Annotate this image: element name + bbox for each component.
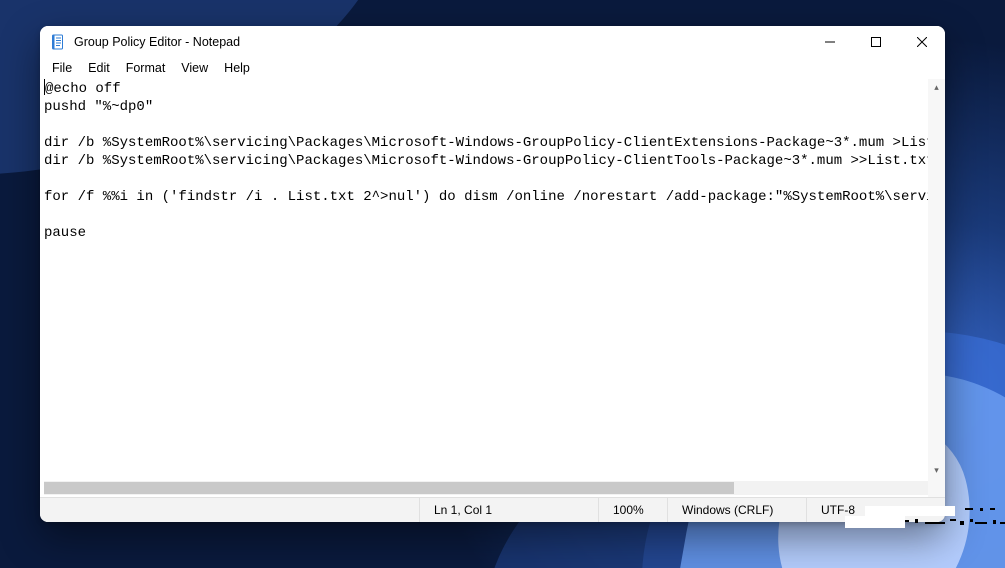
maximize-button[interactable]: [853, 26, 899, 57]
notepad-window: Group Policy Editor - Notepad File Edit …: [40, 26, 945, 522]
status-line-ending: Windows (CRLF): [667, 498, 806, 522]
horizontal-scrollbar[interactable]: [44, 481, 928, 495]
menu-help[interactable]: Help: [216, 59, 258, 77]
menu-file[interactable]: File: [44, 59, 80, 77]
close-button[interactable]: [899, 26, 945, 57]
titlebar[interactable]: Group Policy Editor - Notepad: [40, 26, 945, 57]
scrollbar-corner: [928, 479, 945, 497]
menu-edit[interactable]: Edit: [80, 59, 118, 77]
notepad-icon: [50, 34, 66, 50]
status-position: Ln 1, Col 1: [419, 498, 598, 522]
text-caret: [44, 79, 45, 95]
text-editor[interactable]: @echo off pushd "%~dp0" dir /b %SystemRo…: [40, 79, 945, 479]
editor-content: @echo off pushd "%~dp0" dir /b %SystemRo…: [44, 81, 945, 241]
desktop: Group Policy Editor - Notepad File Edit …: [0, 0, 1005, 568]
vertical-scrollbar[interactable]: ▴ ▾: [928, 79, 945, 479]
window-title: Group Policy Editor - Notepad: [74, 35, 240, 49]
status-encoding: UTF-8: [806, 498, 945, 522]
menu-format[interactable]: Format: [118, 59, 174, 77]
scroll-down-icon[interactable]: ▾: [928, 462, 945, 479]
editor-area: @echo off pushd "%~dp0" dir /b %SystemRo…: [40, 79, 945, 497]
window-controls: [807, 26, 945, 57]
menu-view[interactable]: View: [173, 59, 216, 77]
scroll-up-icon[interactable]: ▴: [928, 79, 945, 96]
statusbar: Ln 1, Col 1 100% Windows (CRLF) UTF-8: [40, 497, 945, 522]
scrollbar-thumb[interactable]: [44, 482, 734, 494]
menubar: File Edit Format View Help: [40, 57, 945, 79]
status-zoom: 100%: [598, 498, 667, 522]
minimize-button[interactable]: [807, 26, 853, 57]
